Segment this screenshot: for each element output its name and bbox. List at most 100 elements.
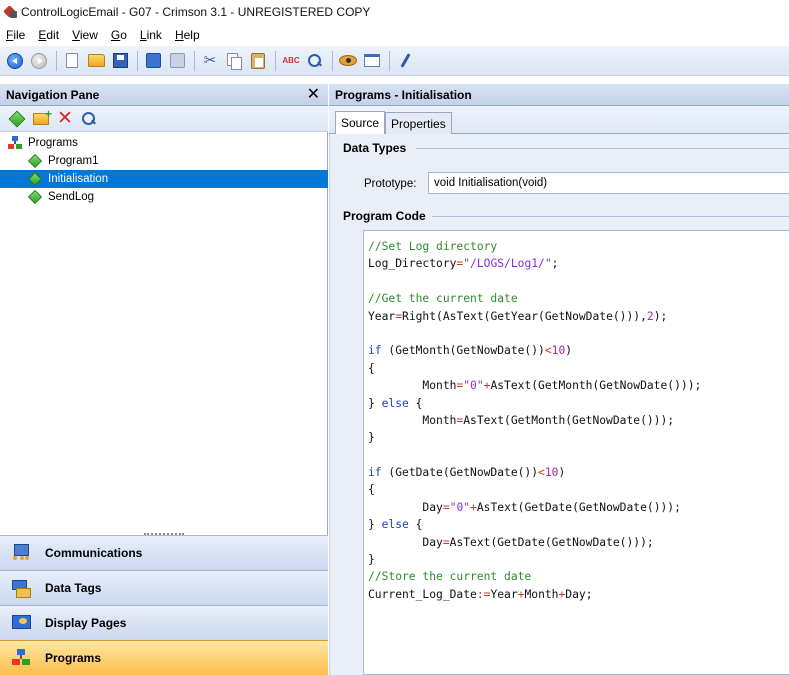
save-icon bbox=[112, 53, 128, 68]
editor-tabs: Source Properties bbox=[329, 106, 789, 134]
paste-icon bbox=[251, 52, 265, 69]
find-button[interactable] bbox=[304, 50, 326, 72]
code-line: } bbox=[368, 431, 375, 445]
delete-icon: ✕ bbox=[57, 108, 73, 129]
import-button[interactable] bbox=[142, 50, 164, 72]
tree-item-sendlog[interactable]: SendLog bbox=[0, 188, 328, 206]
open-icon bbox=[87, 54, 105, 67]
code-line: Log_Directory="/LOGS/Log1/"; bbox=[368, 257, 559, 271]
close-icon[interactable]: ✕ bbox=[307, 86, 320, 104]
toolbar-separator bbox=[275, 50, 276, 71]
menu-bar: File Edit View Go Link Help bbox=[0, 24, 789, 46]
toolbar-separator bbox=[56, 50, 57, 71]
cut-button[interactable]: ✂ bbox=[199, 50, 221, 72]
code-editor[interactable]: //Set Log directory Log_Directory="/LOGS… bbox=[363, 230, 789, 675]
prototype-label: Prototype: bbox=[364, 178, 417, 190]
section-divider bbox=[416, 148, 789, 149]
code-line: //Set Log directory bbox=[368, 240, 498, 253]
window-icon bbox=[364, 54, 380, 67]
communications-icon bbox=[11, 543, 31, 563]
copy-button[interactable] bbox=[223, 50, 245, 72]
code-line: Day=AsText(GetDate(GetNowDate())); bbox=[368, 535, 654, 549]
forward-button[interactable] bbox=[28, 50, 50, 72]
tree-item-label: Program1 bbox=[48, 155, 99, 167]
pen-button[interactable] bbox=[394, 50, 416, 72]
navigation-pane-header: Navigation Pane ✕ bbox=[0, 84, 328, 106]
toolbar-separator bbox=[137, 50, 138, 71]
spell-check-button[interactable]: ABC bbox=[280, 50, 302, 72]
prototype-field[interactable]: void Initialisation(void) bbox=[428, 172, 789, 194]
app-icon bbox=[4, 5, 18, 19]
code-line: } bbox=[368, 553, 375, 567]
tree-item-initialisation[interactable]: Initialisation bbox=[0, 170, 328, 188]
code-line: Current_Log_Date:=Year+Month+Day; bbox=[368, 587, 593, 601]
new-folder-icon bbox=[33, 107, 52, 125]
open-button[interactable] bbox=[85, 50, 107, 72]
tree-item-label: Programs bbox=[28, 137, 78, 149]
code-line: Day="0"+AsText(GetDate(GetNowDate())); bbox=[368, 500, 681, 514]
code-line: if (GetDate(GetNowDate())<10) bbox=[368, 466, 566, 480]
new-button[interactable] bbox=[61, 50, 83, 72]
menu-go[interactable]: Go bbox=[111, 28, 127, 42]
menu-edit[interactable]: Edit bbox=[38, 28, 59, 42]
nav-section-data-tags[interactable]: Data Tags bbox=[0, 570, 328, 605]
tree-item-program1[interactable]: Program1 bbox=[0, 152, 328, 170]
forward-icon bbox=[31, 52, 47, 69]
section-divider bbox=[432, 216, 789, 217]
editor-content: Data Types Prototype: void Initialisatio… bbox=[329, 134, 789, 675]
new-folder-button[interactable] bbox=[30, 107, 52, 130]
pen-icon bbox=[399, 53, 411, 68]
code-line: //Store the current date bbox=[368, 570, 532, 584]
tab-properties[interactable]: Properties bbox=[385, 112, 452, 134]
code-line: Month=AsText(GetMonth(GetNowDate())); bbox=[368, 413, 675, 427]
code-line: } else { bbox=[368, 396, 423, 410]
tab-source[interactable]: Source bbox=[335, 111, 386, 134]
navigation-toolbar: ✕ bbox=[0, 106, 328, 132]
nav-section-programs[interactable]: Programs bbox=[0, 640, 328, 675]
cut-icon: ✂ bbox=[203, 52, 217, 69]
paste-button[interactable] bbox=[247, 50, 269, 72]
programs-icon bbox=[8, 136, 22, 150]
menu-view[interactable]: View bbox=[72, 28, 98, 42]
find-item-button[interactable] bbox=[78, 108, 100, 130]
find-icon bbox=[81, 111, 97, 127]
data-types-title: Data Types bbox=[343, 141, 407, 155]
save-button[interactable] bbox=[109, 50, 131, 72]
nav-section-label: Data Tags bbox=[45, 581, 102, 595]
window-button[interactable] bbox=[361, 50, 383, 72]
find-icon bbox=[307, 53, 323, 69]
menu-link[interactable]: Link bbox=[140, 28, 162, 42]
spell-check-icon: ABC bbox=[282, 55, 300, 65]
watch-icon bbox=[339, 55, 357, 66]
toolbar-separator bbox=[389, 50, 390, 71]
tree-root-programs[interactable]: Programs bbox=[0, 134, 328, 152]
navigation-pane: Navigation Pane ✕ ✕ Programs Program1 In… bbox=[0, 84, 328, 675]
tree-item-label: SendLog bbox=[48, 191, 95, 203]
nav-section-label: Display Pages bbox=[45, 616, 127, 630]
data-tags-icon bbox=[11, 578, 31, 598]
code-line: Month="0"+AsText(GetMonth(GetNowDate()))… bbox=[368, 379, 702, 393]
title-bar: ControlLogicEmail - G07 - Crimson 3.1 - … bbox=[0, 0, 789, 24]
back-button[interactable] bbox=[4, 50, 26, 72]
back-icon bbox=[7, 52, 23, 69]
menu-help[interactable]: Help bbox=[175, 28, 200, 42]
tree-item-label: Initialisation bbox=[48, 173, 109, 185]
add-item-button[interactable] bbox=[6, 108, 28, 130]
nav-section-communications[interactable]: Communications bbox=[0, 535, 328, 570]
menu-file[interactable]: File bbox=[6, 28, 25, 42]
navigation-pane-title: Navigation Pane bbox=[6, 87, 100, 102]
add-item-icon bbox=[8, 110, 26, 127]
import-icon bbox=[145, 53, 161, 68]
copy-icon bbox=[227, 53, 242, 70]
delete-button[interactable]: ✕ bbox=[54, 108, 76, 130]
display-pages-icon bbox=[11, 613, 31, 633]
code-line: } else { bbox=[368, 518, 423, 532]
export-icon bbox=[169, 53, 185, 68]
program-code-title: Program Code bbox=[343, 209, 426, 223]
watch-button[interactable] bbox=[337, 50, 359, 72]
editor-header: Programs - Initialisation bbox=[329, 84, 789, 106]
export-button[interactable] bbox=[166, 50, 188, 72]
nav-section-display-pages[interactable]: Display Pages bbox=[0, 605, 328, 640]
